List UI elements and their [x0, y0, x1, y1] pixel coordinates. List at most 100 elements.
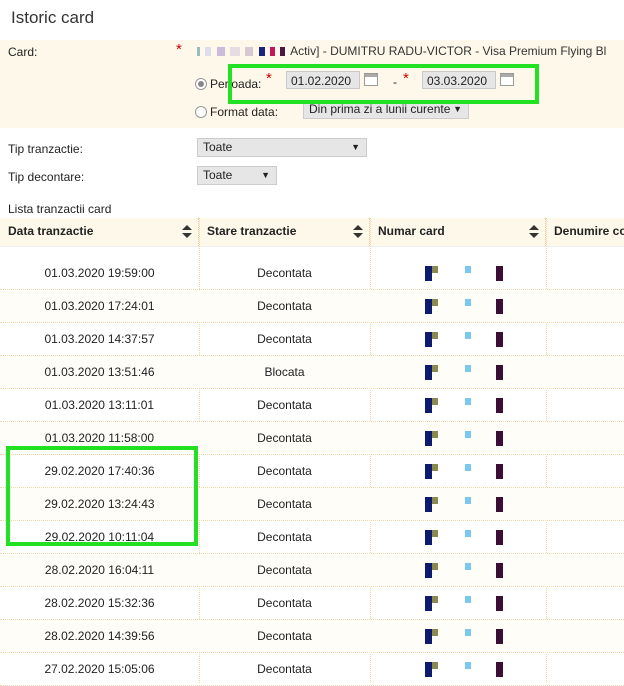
masked-pixel: [465, 497, 471, 504]
masked-pixel: [432, 629, 438, 636]
masked-pixel: [465, 266, 471, 273]
cell-status: Decontata: [257, 629, 312, 643]
masked-pixel: [496, 497, 503, 512]
table-row[interactable]: 29.02.2020 17:40:36 Decontata: [0, 455, 624, 488]
tip-tranzactie-label: Tip tranzactie:: [8, 142, 83, 156]
masked-pixel: [496, 464, 503, 479]
dropdown-arrow-icon: ▼: [261, 170, 270, 180]
format-radio[interactable]: [195, 106, 207, 118]
masked-pixel: [425, 530, 432, 545]
masked-pixel: [496, 299, 503, 314]
masked-pixel: [496, 662, 503, 677]
column-header-denumire[interactable]: Denumire co: [546, 218, 624, 246]
masked-pixel: [425, 497, 432, 512]
masked-pixel: [465, 365, 471, 372]
table-row[interactable]: 27.02.2020 15:05:06 Decontata: [0, 653, 624, 686]
cell-date: 28.02.2020 14:39:56: [44, 629, 155, 643]
table-row[interactable]: 28.02.2020 15:32:36 Decontata: [0, 587, 624, 620]
masked-pixel: [425, 596, 432, 611]
masked-pixel: [496, 596, 503, 611]
cell-card-number: [370, 587, 546, 619]
date-from-input[interactable]: 01.02.2020: [286, 71, 360, 89]
table-row[interactable]: 29.02.2020 13:24:43 Decontata: [0, 488, 624, 521]
cell-card-number: [370, 290, 546, 322]
format-select[interactable]: Din prima zi a lunii curente ▼: [303, 100, 469, 119]
masked-pixel: [432, 596, 438, 603]
cell-date: 01.03.2020 17:24:01: [44, 299, 155, 313]
column-header-numar-card[interactable]: Numar card: [370, 218, 546, 246]
table-row[interactable]: 28.02.2020 16:04:11 Decontata: [0, 554, 624, 587]
table-row[interactable]: 01.03.2020 11:58:00 Decontata: [0, 422, 624, 455]
masked-pixel: [432, 662, 438, 669]
cell-card-number: [370, 356, 546, 388]
masked-pixel: [425, 299, 432, 314]
date-separator: -: [393, 75, 397, 89]
card-select[interactable]: Activ] - DUMITRU RADU-VICTOR - Visa Prem…: [197, 44, 624, 60]
table-row[interactable]: 01.03.2020 14:37:57 Decontata: [0, 323, 624, 356]
table-row[interactable]: 01.03.2020 17:24:01 Decontata: [0, 290, 624, 323]
cell-status: Decontata: [257, 563, 312, 577]
masked-pixel: [465, 332, 471, 339]
table-row[interactable]: 01.03.2020 19:59:00 Decontata: [0, 257, 624, 290]
masked-pixel: [465, 629, 471, 636]
masked-pixel: [425, 629, 432, 644]
cell-denumire: [546, 257, 624, 289]
calendar-icon[interactable]: [364, 73, 378, 86]
cell-card-number: [370, 323, 546, 355]
column-header-data[interactable]: Data tranzactie: [0, 218, 199, 246]
sort-icon[interactable]: [353, 225, 363, 239]
required-marker: *: [403, 70, 409, 87]
sort-icon[interactable]: [182, 225, 192, 239]
masked-pixel: [465, 431, 471, 438]
cell-card-number: [370, 554, 546, 586]
table-row[interactable]: 01.03.2020 13:51:46 Blocata: [0, 356, 624, 389]
sort-icon[interactable]: [529, 225, 539, 239]
masked-pixel: [465, 398, 471, 405]
cell-status: Decontata: [257, 530, 312, 544]
masked-pixel: [465, 530, 471, 537]
perioada-radio[interactable]: [195, 78, 207, 90]
cell-date: 28.02.2020 16:04:11: [44, 563, 155, 577]
masked-pixel: [432, 398, 438, 405]
cell-status: Decontata: [257, 662, 312, 676]
masked-pixel: [432, 299, 438, 306]
table-row[interactable]: 29.02.2020 10:11:04 Decontata: [0, 521, 624, 554]
masked-pixel: [465, 662, 471, 669]
table-row[interactable]: 28.02.2020 14:39:56 Decontata: [0, 620, 624, 653]
cell-denumire: [546, 521, 624, 553]
masked-pixel: [432, 365, 438, 372]
masked-pixel: [216, 47, 225, 57]
page-title: Istoric card: [11, 8, 95, 27]
format-label: Format data:: [210, 105, 279, 119]
cell-date: 27.02.2020 15:05:06: [44, 662, 155, 676]
date-to-input[interactable]: 03.03.2020: [422, 71, 496, 89]
table-row[interactable]: 01.03.2020 13:11:01 Decontata: [0, 389, 624, 422]
cell-card-number: [370, 488, 546, 520]
tip-tranzactie-value: Toate: [203, 140, 233, 154]
perioada-label: Perioada:: [210, 77, 262, 91]
tip-tranzactie-select[interactable]: Toate ▼: [197, 138, 367, 157]
column-header-label: Stare tranzactie: [207, 224, 297, 238]
cell-denumire: [546, 389, 624, 421]
column-header-stare[interactable]: Stare tranzactie: [199, 218, 370, 246]
masked-pixel: [432, 464, 438, 471]
dropdown-arrow-icon: ▼: [351, 142, 360, 152]
cell-date: 01.03.2020 13:51:46: [44, 365, 155, 379]
tip-decontare-select[interactable]: Toate ▼: [197, 166, 277, 185]
calendar-icon[interactable]: [500, 73, 514, 86]
cell-card-number: [370, 455, 546, 487]
column-header-label: Numar card: [378, 224, 445, 238]
format-select-value: Din prima zi a lunii curente: [309, 102, 451, 116]
masked-pixel: [432, 332, 438, 339]
cell-status: Decontata: [257, 398, 312, 412]
cell-status: Decontata: [257, 464, 312, 478]
masked-pixel: [425, 563, 432, 578]
masked-pixel: [425, 431, 432, 446]
masked-pixel: [258, 47, 265, 57]
cell-card-number: [370, 521, 546, 553]
dropdown-arrow-icon: ▼: [453, 104, 462, 114]
cell-denumire: [546, 455, 624, 487]
masked-pixel: [465, 464, 471, 471]
cell-denumire: [546, 422, 624, 454]
cell-status: Decontata: [257, 299, 312, 313]
